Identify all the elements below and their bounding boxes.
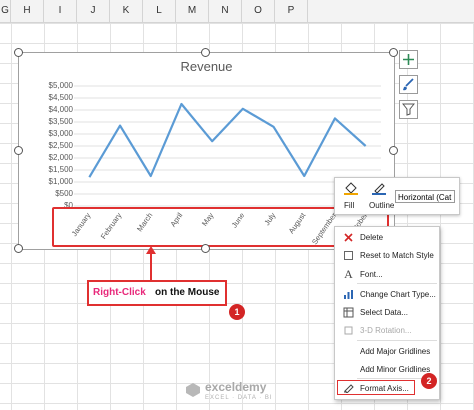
watermark-tagline: EXCEL · DATA · BI (205, 395, 273, 401)
step-badge-1: 1 (229, 304, 245, 320)
right-click-callout: Right-Click on the Mouse (87, 280, 227, 306)
exceldemy-watermark: exceldemy EXCEL · DATA · BI (185, 380, 295, 406)
step-badge-2: 2 (421, 373, 437, 389)
watermark-name: exceldemy (205, 380, 267, 394)
callout-pointer (146, 246, 156, 280)
callout-right-click-text: Right-Click (93, 287, 146, 298)
callout-on-mouse-text: on the Mouse (155, 287, 220, 298)
exceldemy-logo-icon (186, 383, 200, 397)
